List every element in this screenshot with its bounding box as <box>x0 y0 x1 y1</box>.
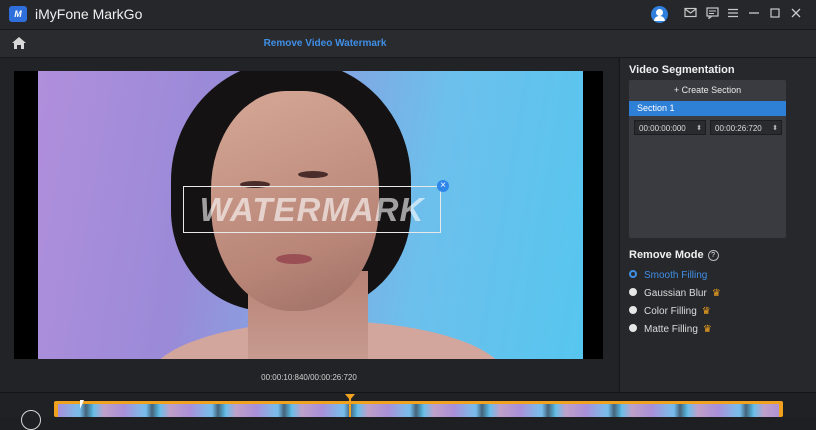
timeline-thumbnails <box>58 404 779 417</box>
radio-selected-icon <box>629 270 637 278</box>
page-header: Remove Video Watermark <box>0 30 816 58</box>
remove-mode-label: Remove Mode <box>629 249 704 261</box>
mode-label: Matte Filling <box>644 324 698 335</box>
timeline <box>0 392 816 430</box>
remove-selection-icon[interactable]: × <box>437 180 449 192</box>
video-stage: WATERMARK × 00:00:10:840/00:00:26:720 <box>0 58 618 392</box>
watermark-selection-box[interactable]: WATERMARK <box>183 186 441 233</box>
mail-icon[interactable] <box>683 7 697 21</box>
mouse-pointer-icon <box>80 400 84 409</box>
playback-timecode: 00:00:10:840/00:00:26:720 <box>261 373 357 382</box>
app-logo: M <box>9 6 27 22</box>
segmentation-title: Video Segmentation <box>629 64 735 76</box>
menu-icon[interactable] <box>726 7 740 21</box>
timeline-track[interactable] <box>54 401 783 417</box>
help-icon[interactable]: ? <box>707 250 719 261</box>
subject-eye-right <box>298 171 328 178</box>
page-title: Remove Video Watermark <box>263 38 387 49</box>
section-end-value: 00:00:26:720 <box>715 124 762 133</box>
remove-mode-title: Remove Mode? <box>629 249 719 261</box>
section-item[interactable]: Section 1 <box>629 101 786 116</box>
playhead-handle[interactable] <box>345 394 355 417</box>
subject-lips <box>276 254 312 264</box>
app-title: iMyFone MarkGo <box>35 6 143 22</box>
mode-option-gaussian-blur[interactable]: Gaussian Blur ♛ <box>629 287 721 301</box>
user-avatar-icon[interactable] <box>651 6 668 23</box>
radio-icon <box>629 306 637 314</box>
mode-label: Smooth Filling <box>644 270 708 281</box>
crown-icon: ♛ <box>702 324 712 335</box>
settings-panel: Video Segmentation + Create Section Sect… <box>619 58 816 392</box>
play-button[interactable] <box>21 410 41 430</box>
mode-option-matte-filling[interactable]: Matte Filling ♛ <box>629 323 712 337</box>
video-preview[interactable]: WATERMARK × <box>14 71 603 359</box>
end-time-stepper-icon[interactable]: ⬍ <box>772 121 778 136</box>
mode-label: Gaussian Blur <box>644 288 707 299</box>
mode-label: Color Filling <box>644 306 697 317</box>
crown-icon: ♛ <box>711 288 721 299</box>
section-start-time[interactable]: 00:00:00:000 ⬍ <box>634 120 706 135</box>
radio-icon <box>629 324 637 332</box>
minimize-icon[interactable] <box>747 7 761 21</box>
segmentation-panel: + Create Section Section 1 00:00:00:000 … <box>629 80 786 238</box>
create-section-button[interactable]: + Create Section <box>629 80 786 100</box>
radio-icon <box>629 288 637 296</box>
section-start-value: 00:00:00:000 <box>639 124 686 133</box>
watermark-text: WATERMARK <box>199 191 425 228</box>
maximize-icon[interactable] <box>768 7 782 21</box>
mode-option-smooth-filling[interactable]: Smooth Filling <box>629 269 707 283</box>
crown-icon: ♛ <box>701 306 711 317</box>
start-time-stepper-icon[interactable]: ⬍ <box>696 121 702 136</box>
section-end-time[interactable]: 00:00:26:720 ⬍ <box>710 120 782 135</box>
title-bar: M iMyFone MarkGo <box>0 0 816 30</box>
feedback-icon[interactable] <box>705 7 719 21</box>
close-icon[interactable] <box>789 7 803 21</box>
mode-option-color-filling[interactable]: Color Filling ♛ <box>629 305 711 319</box>
